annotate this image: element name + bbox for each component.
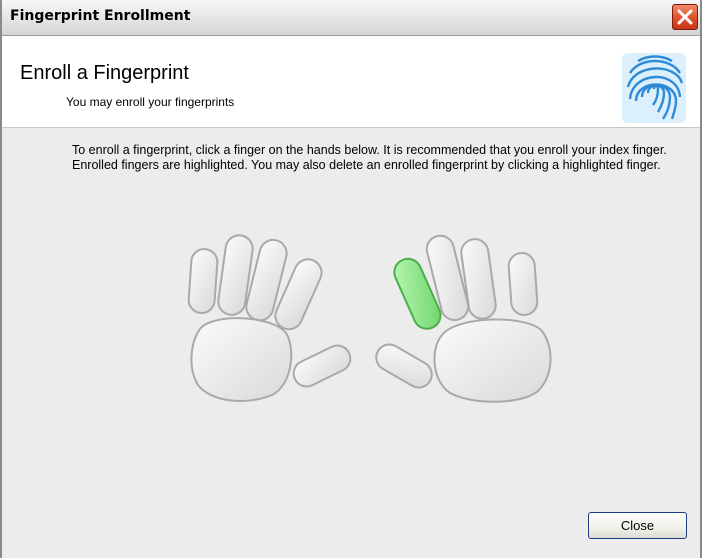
close-icon[interactable] — [672, 4, 698, 30]
page-subtitle: You may enroll your fingerprints — [66, 95, 235, 109]
title-bar: Fingerprint Enrollment — [2, 0, 700, 36]
right-pinky-finger[interactable] — [507, 252, 539, 316]
left-thumb[interactable] — [289, 341, 354, 391]
instructions-text: To enroll a fingerprint, click a finger … — [72, 143, 667, 172]
left-palm — [190, 317, 293, 402]
page-title: Enroll a Fingerprint — [20, 62, 189, 84]
close-button[interactable]: Close — [588, 512, 687, 539]
fingerprint-enrollment-window: Fingerprint Enrollment Enroll a Fingerpr… — [0, 0, 702, 558]
fingerprint-icon — [622, 53, 686, 123]
window-title: Fingerprint Enrollment — [10, 8, 191, 24]
left-pinky-finger[interactable] — [187, 248, 219, 314]
right-thumb[interactable] — [372, 340, 437, 393]
left-hand — [187, 234, 354, 402]
right-palm — [433, 318, 552, 403]
right-hand — [372, 234, 552, 403]
hands-diagram — [187, 234, 552, 403]
header-panel: Enroll a Fingerprint You may enroll your… — [2, 36, 700, 128]
